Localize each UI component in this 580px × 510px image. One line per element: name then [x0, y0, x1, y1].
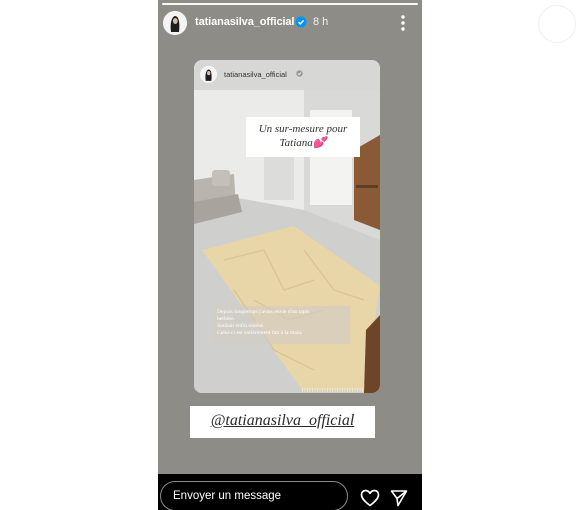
caption-box: Depuis longtemps j'avais envie d'un tapi…: [214, 306, 350, 344]
heart-icon[interactable]: [360, 489, 380, 507]
story-header: tatianasilva_official 8 h: [158, 10, 422, 36]
caption-line-3: Souhait enfin réalisé.: [217, 323, 265, 329]
mention-text[interactable]: @tatianasilva_official: [211, 412, 355, 429]
verified-badge-icon: [295, 16, 307, 28]
title-line-1: Un sur-mesure pour: [258, 123, 348, 135]
reposted-avatar: [200, 66, 217, 83]
message-input[interactable]: Envoyer un message: [160, 481, 348, 510]
title-sticker: Un sur-mesure pour Tatiana💕: [246, 117, 360, 157]
reposted-username: tatianasilva_official: [224, 70, 287, 79]
reposted-story-header: tatianasilva_official: [194, 60, 380, 90]
caption-line-1: Depuis longtemps j'avais envie d'un tapi…: [217, 309, 310, 315]
story-timestamp: 8 h: [313, 16, 329, 28]
avatar[interactable]: [163, 11, 187, 35]
story-viewer: tatianasilva_official 8 h tatianasilva_o…: [158, 0, 422, 510]
send-icon[interactable]: [390, 489, 408, 507]
story-username[interactable]: tatianasilva_official: [195, 16, 294, 28]
caption-line-2: berbère.: [217, 316, 236, 322]
title-line-2: Tatiana💕: [279, 137, 327, 149]
mention-sticker[interactable]: @tatianasilva_official: [190, 406, 375, 438]
caption-line-4: Celui-ci est entièrement fait à la main.: [217, 330, 303, 336]
verified-badge-icon: [296, 70, 303, 77]
story-footer: Envoyer un message: [158, 474, 422, 510]
more-vertical-icon[interactable]: [396, 13, 410, 33]
story-progress-bar: [162, 3, 418, 5]
background-circle: [538, 5, 576, 43]
